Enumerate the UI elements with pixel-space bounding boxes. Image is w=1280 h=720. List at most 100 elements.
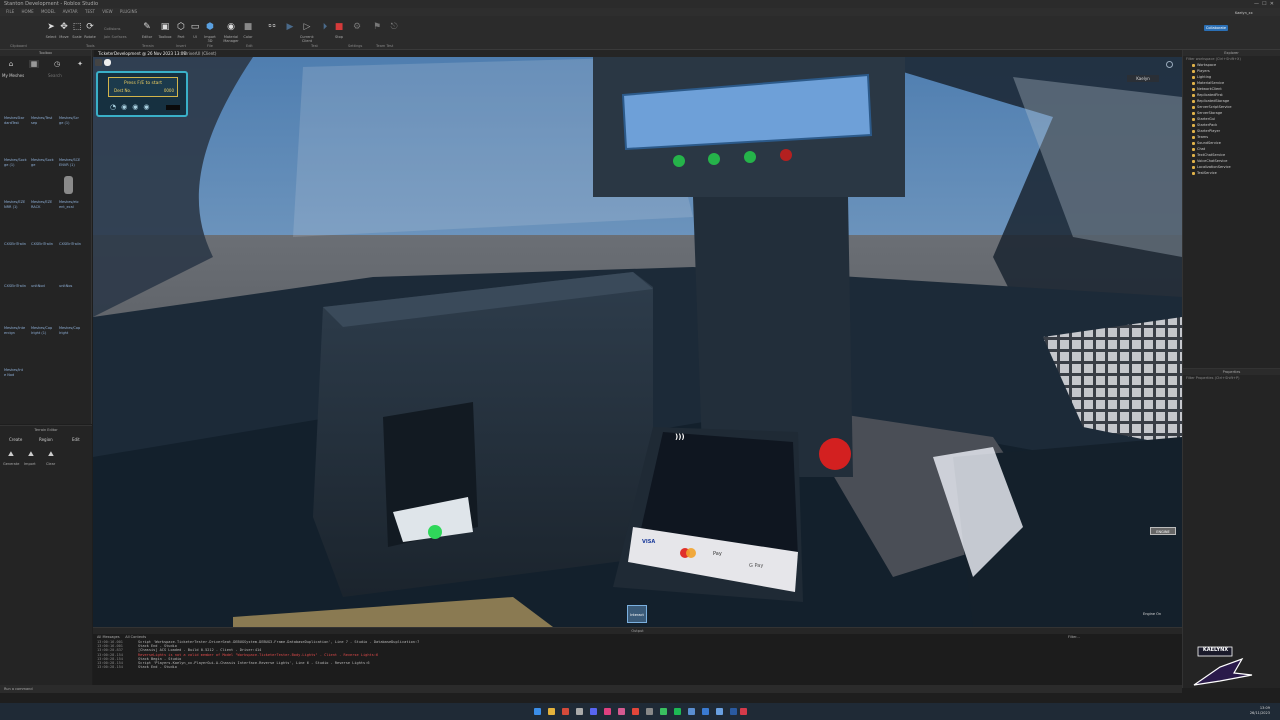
- asset-item[interactable]: Meshes/EZE NRR (1): [4, 200, 30, 209]
- option-join-surfaces[interactable]: Join Surfaces: [104, 35, 127, 39]
- output-timestamp: 13:00:28.154: [97, 665, 123, 670]
- asset-item[interactable]: Meshes/Int e Nod: [4, 368, 30, 377]
- menu-view[interactable]: VIEW: [102, 9, 112, 14]
- inventory-icon[interactable]: ▦: [29, 60, 39, 68]
- tab-create[interactable]: Create: [9, 437, 22, 442]
- app4-icon[interactable]: [646, 708, 653, 715]
- chat-icon[interactable]: [104, 59, 111, 66]
- tab-edit[interactable]: Edit: [72, 437, 80, 442]
- tab-region[interactable]: Region: [39, 437, 53, 442]
- color-icon[interactable]: ■: [241, 20, 255, 34]
- gear-icon[interactable]: ⚙: [350, 20, 364, 34]
- material-icon[interactable]: ◉: [224, 20, 238, 34]
- option-collisions[interactable]: Collisions: [104, 27, 120, 31]
- import-terrain-icon[interactable]: ⛰: [26, 450, 36, 459]
- asset-item[interactable]: unitNod: [31, 284, 57, 289]
- import-label: Import: [24, 462, 36, 466]
- cursor-icon[interactable]: ➤: [44, 20, 58, 34]
- asset-item[interactable]: unitNos: [59, 284, 85, 289]
- rotate-icon[interactable]: ⟳: [83, 20, 97, 34]
- menu-test[interactable]: TEST: [85, 9, 95, 14]
- group-icon[interactable]: ⧉ ⧉: [260, 19, 284, 33]
- system-clock[interactable]: 13:09 26/11/2023: [1250, 706, 1270, 716]
- asset-item[interactable]: Meshes/Scr ge (1): [59, 116, 85, 125]
- ui-icon[interactable]: ▭: [188, 20, 202, 34]
- client-icon[interactable]: ▷: [300, 20, 314, 34]
- clear-icon[interactable]: ⛰: [46, 450, 56, 459]
- message-filter-dropdown[interactable]: All Messages: [97, 635, 120, 639]
- mesh-thumbnail[interactable]: [64, 176, 73, 194]
- asset-item[interactable]: Meshes/Inte ercign: [4, 326, 30, 335]
- game-viewport[interactable]: Press F/E to start Dest No. 0000 ◔◉◉◉ Ka…: [93, 57, 1182, 627]
- editor-icon[interactable]: ✎: [140, 20, 154, 34]
- menu-model[interactable]: MODEL: [41, 9, 55, 14]
- properties-filter-input[interactable]: Filter Properties (Ctrl+Shift+P): [1183, 375, 1280, 381]
- app7-icon[interactable]: [702, 708, 709, 715]
- explorer-item[interactable]: TestService: [1183, 170, 1280, 176]
- collaborate-button[interactable]: Collaborate: [1204, 25, 1228, 31]
- scale-icon[interactable]: ⬚: [70, 20, 84, 34]
- app-icon[interactable]: [604, 708, 611, 715]
- tab-driverui[interactable]: DriverUI (Client): [180, 50, 220, 57]
- discord-icon[interactable]: [590, 708, 597, 715]
- hud-buttons[interactable]: ◔◉◉◉: [110, 103, 154, 111]
- toolbox-search-input[interactable]: Search: [48, 73, 62, 78]
- menu-file[interactable]: FILE: [6, 9, 14, 14]
- asset-item[interactable]: MeshesStar dardTest: [4, 116, 30, 125]
- driver-hud: Press F/E to start Dest No. 0000 ◔◉◉◉: [96, 71, 188, 117]
- asset-item[interactable]: Meshes/EZE RACK: [31, 200, 57, 209]
- app6-icon[interactable]: [688, 708, 695, 715]
- interact-prompt[interactable]: Interact: [627, 605, 647, 623]
- part-icon[interactable]: ⬡: [174, 20, 188, 34]
- asset-item[interactable]: Meshes/SCE ENVR (1): [59, 158, 85, 167]
- asset-item[interactable]: CXSEiriTraiin: [4, 242, 30, 247]
- toolbox-section-dropdown[interactable]: My Meshes: [2, 73, 24, 78]
- asset-item[interactable]: CXSEiriTraiin: [4, 284, 30, 289]
- emergency-button: [819, 438, 851, 470]
- file-explorer-icon[interactable]: [548, 708, 555, 715]
- app8-icon[interactable]: [716, 708, 723, 715]
- store-icon[interactable]: [576, 708, 583, 715]
- asset-item[interactable]: Meshes/etc ent_ecal: [59, 200, 85, 209]
- recent-icon[interactable]: ◷: [52, 60, 62, 68]
- tab-place[interactable]: TicketerDevelopment @ 26 Nov 2023 13:09: [94, 50, 190, 57]
- menu-avatar[interactable]: AVATAR: [63, 9, 78, 14]
- play-icon[interactable]: ▶: [283, 20, 297, 34]
- output-line: 13:00:28.154 Stack End - Studio: [93, 665, 1182, 669]
- team-icon[interactable]: ⚑: [370, 20, 384, 34]
- asset-item[interactable]: Meshes/Sock ge (1): [4, 158, 30, 167]
- stop-icon[interactable]: ■: [332, 20, 346, 34]
- window-controls[interactable]: — ☐ ✕: [1254, 0, 1274, 8]
- asset-item[interactable]: Meshes/Test sep: [31, 116, 57, 125]
- app9-icon[interactable]: [730, 708, 737, 715]
- creations-icon[interactable]: ✦: [75, 60, 85, 68]
- spotify-icon[interactable]: [674, 708, 681, 715]
- context-filter-dropdown[interactable]: All Contexts: [125, 635, 146, 639]
- start-icon[interactable]: [534, 708, 541, 715]
- asset-item[interactable]: Meshes/Sock ge: [31, 158, 57, 167]
- asset-item[interactable]: Meshes/Cop Iright: [59, 326, 85, 335]
- exit-icon[interactable]: ⎋: [387, 20, 401, 34]
- app2-icon[interactable]: [618, 708, 625, 715]
- import-icon[interactable]: ⬢: [203, 20, 217, 34]
- hud-slider[interactable]: [166, 105, 180, 110]
- asset-item[interactable]: CXSEiriTraiin: [31, 242, 57, 247]
- menu-home[interactable]: HOME: [22, 9, 34, 14]
- settings-icon[interactable]: [1166, 61, 1173, 68]
- color-label: Color: [243, 35, 253, 39]
- move-icon[interactable]: ✥: [57, 20, 71, 34]
- asset-item[interactable]: Meshes/Cop Iright (1): [31, 326, 57, 335]
- roblox-studio-icon[interactable]: [740, 708, 747, 715]
- command-bar[interactable]: Run a command: [0, 685, 1182, 693]
- marketplace-icon[interactable]: ⌂: [6, 60, 16, 68]
- generate-icon[interactable]: ⛰: [6, 450, 16, 459]
- resume-icon[interactable]: ⏵: [318, 20, 332, 34]
- viewport-menu-icon[interactable]: [95, 59, 102, 66]
- app3-icon[interactable]: [632, 708, 639, 715]
- username[interactable]: Kaelyn_xx: [1235, 11, 1253, 15]
- menu-plugins[interactable]: PLUGINS: [120, 9, 137, 14]
- chrome-icon[interactable]: [562, 708, 569, 715]
- toolbox-icon[interactable]: ▣: [158, 20, 172, 34]
- app5-icon[interactable]: [660, 708, 667, 715]
- asset-item[interactable]: CXSEiriTraiin: [59, 242, 85, 247]
